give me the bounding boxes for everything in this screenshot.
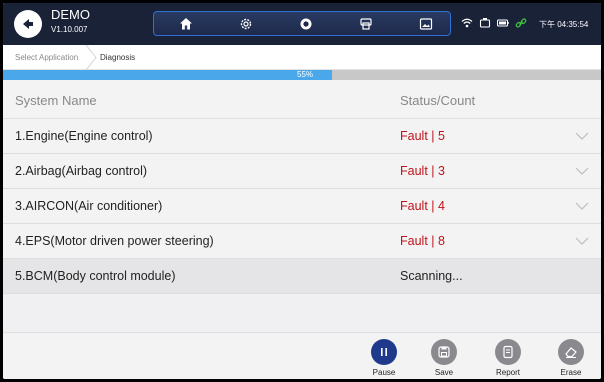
image-icon[interactable] [416, 14, 436, 34]
chevron-down-icon[interactable] [575, 131, 589, 141]
breadcrumb-select-application[interactable]: Select Application [15, 53, 78, 62]
system-name: 1.Engine(Engine control) [15, 129, 153, 143]
report-icon [503, 345, 513, 359]
home-icon[interactable] [176, 14, 196, 34]
pause-button[interactable]: Pause [361, 339, 407, 377]
system-name: 3.AIRCON(Air conditioner) [15, 199, 163, 213]
report-circle [495, 339, 521, 365]
progress-label: 55% [297, 70, 314, 79]
vci-icon [479, 17, 491, 29]
status-count: Fault | 5 [400, 129, 445, 143]
breadcrumb-diagnosis: Diagnosis [100, 53, 136, 62]
table-row[interactable]: 1.Engine(Engine control) Fault | 5 [3, 119, 601, 154]
table-row[interactable]: 3.AIRCON(Air conditioner) Fault | 4 [3, 189, 601, 224]
save-icon [438, 346, 450, 358]
link-icon [515, 17, 527, 29]
top-bar: DEMO V1.10.007 下午 04:35:54 [3, 3, 601, 45]
wifi-icon [461, 17, 473, 29]
toolbar [153, 11, 451, 36]
save-button[interactable]: Save [421, 339, 467, 377]
clock: 下午 04:35:54 [539, 20, 589, 29]
system-name: 5.BCM(Body control module) [15, 269, 176, 283]
pause-label: Pause [372, 368, 396, 377]
status-count: Fault | 4 [400, 199, 445, 213]
chevron-down-icon[interactable] [575, 236, 589, 246]
table-header: System Name Status/Count [3, 80, 601, 119]
scan-progress-bar: 55% [3, 70, 601, 80]
record-icon[interactable] [296, 14, 316, 34]
erase-circle [558, 339, 584, 365]
status-count: Scanning... [400, 269, 463, 283]
back-arrow-icon [23, 19, 33, 29]
report-label: Report [495, 368, 520, 377]
app-title: DEMO [51, 7, 90, 22]
system-table: System Name Status/Count 1.Engine(Engine… [3, 80, 601, 294]
erase-label: Erase [560, 368, 582, 377]
table-row[interactable]: 4.EPS(Motor driven power steering) Fault… [3, 224, 601, 259]
back-button[interactable] [14, 10, 42, 38]
progress-fill [3, 70, 332, 80]
table-row[interactable]: 5.BCM(Body control module) Scanning... [3, 259, 601, 294]
breadcrumb: Select Application Diagnosis [3, 45, 601, 70]
header-status-count: Status/Count [400, 93, 476, 108]
system-name: 4.EPS(Motor driven power steering) [15, 234, 214, 248]
chevron-down-icon[interactable] [575, 201, 589, 211]
gear-icon[interactable] [236, 14, 256, 34]
save-label: Save [434, 368, 454, 377]
status-count: Fault | 8 [400, 234, 445, 248]
pause-circle [371, 339, 397, 365]
battery-icon [497, 17, 509, 29]
erase-button[interactable]: Erase [548, 339, 594, 377]
header-system-name: System Name [15, 93, 97, 108]
action-bar: Pause Save Report Erase [3, 332, 601, 379]
pause-icon [381, 348, 387, 356]
status-icons [461, 17, 527, 29]
report-button[interactable]: Report [485, 339, 531, 377]
printer-icon[interactable] [356, 14, 376, 34]
save-circle [431, 339, 457, 365]
chevron-right-icon [85, 45, 97, 70]
system-name: 2.Airbag(Airbag control) [15, 164, 148, 178]
table-row[interactable]: 2.Airbag(Airbag control) Fault | 3 [3, 154, 601, 189]
status-count: Fault | 3 [400, 164, 445, 178]
app-version: V1.10.007 [51, 25, 88, 34]
app-window: DEMO V1.10.007 下午 04:35:54 Select Applic… [3, 3, 601, 379]
eraser-icon [565, 347, 577, 358]
chevron-down-icon[interactable] [575, 166, 589, 176]
